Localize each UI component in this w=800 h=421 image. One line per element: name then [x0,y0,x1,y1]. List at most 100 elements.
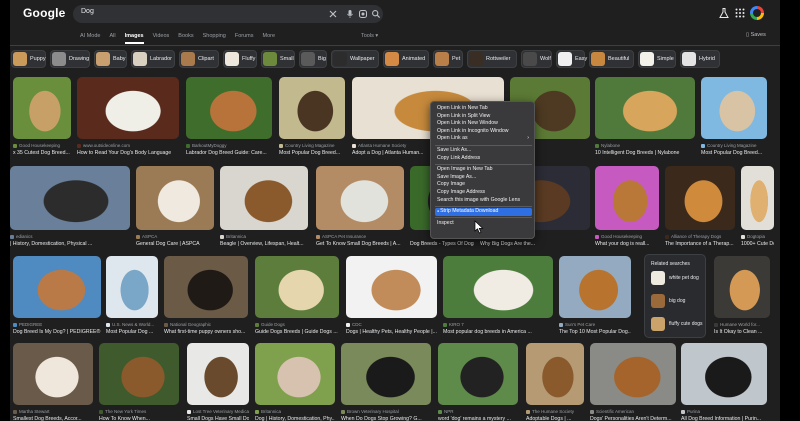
tools-button[interactable]: Tools ▾ [361,33,378,39]
result-title[interactable]: Adoptable Dogs | ... [526,416,584,421]
result-title[interactable]: Most Popular Dog Breed... [279,150,345,156]
menu-item-open-link-in-split-view[interactable]: Open Link in Split View [435,113,532,121]
dog-image-thumbnail[interactable] [526,343,584,405]
dog-image-thumbnail[interactable] [279,77,345,139]
dog-image-thumbnail[interactable] [255,343,335,405]
dog-image-thumbnail[interactable] [10,166,130,230]
image-result[interactable]: CDC Dogs | Healthy Pets, Healthy People |… [346,256,437,338]
dog-image-thumbnail[interactable] [701,77,767,139]
related-search-item[interactable]: fluffy cute dogs [651,317,703,331]
result-title[interactable]: The Top 10 Most Popular Dog... [559,329,631,335]
image-result[interactable]: www.outsideonline.com How to Read Your Do… [77,77,179,159]
image-result[interactable]: Martha Stewart Smallest Dog Breeds, Accor… [13,343,93,421]
result-title[interactable]: Is It Okay to Clean ... [714,329,770,335]
result-title[interactable]: Small Dogs Have Small Dog Nee... [187,416,249,421]
dog-image-thumbnail[interactable] [714,256,770,318]
image-result[interactable]: NPR word 'dog' remains a mystery ... [438,343,518,421]
dog-image-thumbnail[interactable] [316,166,404,230]
dog-image-thumbnail[interactable] [186,77,272,139]
chip-wallpaper[interactable]: Wallpaper [331,50,379,68]
dog-image-thumbnail[interactable] [346,256,437,318]
image-result[interactable]: National Geographic What first-time puppy… [164,256,248,338]
image-result[interactable]: U.S. News & World... Most Popular Dog ... [106,256,158,338]
menu-item-copy-image[interactable]: Copy Image [435,181,532,189]
result-title[interactable]: Dogs' Personalities Aren't Determ... [590,416,676,421]
tab-videos[interactable]: Videos [153,33,170,43]
dog-image-thumbnail[interactable] [13,343,93,405]
chip-beautiful[interactable]: Beautiful [589,50,634,68]
dog-image-thumbnail[interactable] [681,343,767,405]
dog-image-thumbnail[interactable] [443,256,553,318]
result-title[interactable]: The Importance of a Therap... [665,241,735,247]
result-title[interactable]: x 35 Cutest Dog Breed... [13,150,71,156]
chip-hybrid[interactable]: Hybrid [680,50,720,68]
image-result[interactable]: Alliance of Therapy Dogs The Importance o… [665,166,735,250]
result-title[interactable]: Dog Breeds - Types Of Dogs - Am... [410,241,474,247]
result-title[interactable]: How To Know When... [99,416,179,421]
dog-image-thumbnail[interactable] [255,256,339,318]
result-title[interactable]: 1000+ Cute Dogs ... [741,241,774,247]
dog-image-thumbnail[interactable] [438,343,518,405]
menu-item-save-link-as[interactable]: Save Link As... [435,147,532,155]
chip-simple[interactable]: Simple [638,50,676,68]
account-avatar[interactable] [750,6,764,20]
menu-item-open-link-in-incognito-window[interactable]: Open Link in Incognito Window [435,128,532,136]
result-title[interactable]: How to Read Your Dog's Body Language [77,150,179,156]
image-result[interactable]: KIRO 7 Most popular dog breeds in America… [443,256,553,338]
dog-image-thumbnail[interactable] [341,343,431,405]
menu-item-open-image-in-new-tab[interactable]: Open Image in New Tab [435,166,532,174]
tab-books[interactable]: Books [178,33,193,43]
image-result[interactable]: Good Housekeeping x 35 Cutest Dog Breed..… [13,77,71,159]
chip-baby[interactable]: Baby [94,50,127,68]
microphone-icon[interactable] [345,9,355,19]
image-result[interactable]: Good Housekeeping What your dog is reall.… [595,166,659,250]
menu-item-copy-image-address[interactable]: Copy Image Address [435,189,532,197]
apps-grid-icon[interactable] [734,7,746,19]
labs-flask-icon[interactable] [718,7,730,19]
image-result[interactable]: ASPCA General Dog Care | ASPCA [136,166,214,250]
dog-image-thumbnail[interactable] [559,256,631,318]
menu-item-open-link-in-new-tab[interactable]: Open Link in New Tab [435,105,532,113]
image-result[interactable]: Scientific American Dogs' Personalities A… [590,343,676,421]
result-title[interactable]: When Do Dogs Stop Growing? G... [341,416,431,421]
dog-image-thumbnail[interactable] [136,166,214,230]
tab-ai-mode[interactable]: AI Mode [80,33,100,43]
image-result[interactable]: Guide Dogs Guide Dogs Breeds | Guide Dogs… [255,256,339,338]
dog-image-thumbnail[interactable] [665,166,735,230]
result-title[interactable]: Dog | History, Domestication, Phy... [255,416,335,421]
image-result[interactable]: Brown Veterinary Hospital When Do Dogs St… [341,343,431,421]
chip-pet[interactable]: Pet [433,50,463,68]
chip-labrador[interactable]: Labrador [131,50,175,68]
image-result[interactable]: Sun's Pet Care The Top 10 Most Popular Do… [559,256,631,338]
tab-shopping[interactable]: Shopping [203,33,226,43]
tab-more[interactable]: More [262,33,275,43]
result-title[interactable]: Why Big Dogs Are the... [480,241,590,247]
result-title[interactable]: Labrador Dog Breed Guide: Care... [186,150,272,156]
dog-image-thumbnail[interactable] [106,256,158,318]
menu-item-open-link-as[interactable]: Open Link as › [435,135,532,143]
dog-image-thumbnail[interactable] [595,77,695,139]
image-result[interactable]: ASPCA Pet Insurance Get To Know Small Dog… [316,166,404,250]
image-result[interactable]: The New York Times How To Know When... [99,343,179,421]
result-title[interactable]: Get To Know Small Dog Breeds | A... [316,241,404,247]
image-result[interactable]: PEDIGREE Dog Breed Is My Dog? | PEDIGREE® [13,256,101,338]
chip-big[interactable]: Big [299,50,327,68]
dog-image-thumbnail[interactable] [220,166,308,230]
chip-clipart[interactable]: Clipart [179,50,219,68]
related-search-item[interactable]: big dog [651,294,703,308]
result-title[interactable]: Most Popular Dog Breed... [701,150,767,156]
dog-image-thumbnail[interactable] [590,343,676,405]
google-logo[interactable]: Google [23,6,66,20]
result-title[interactable]: Beagle | Overview, Lifespan, Healt... [220,241,308,247]
image-result[interactable]: Britannica Beagle | Overview, Lifespan, H… [220,166,308,250]
image-result[interactable]: Humane World for... Is It Okay to Clean .… [714,256,770,338]
image-result[interactable]: The Humane Society Adoptable Dogs | ... [526,343,584,421]
lens-icon[interactable] [358,9,368,19]
saves-button[interactable]: ▯ Saves [746,32,766,38]
chip-easy[interactable]: Easy [556,50,587,68]
dog-image-thumbnail[interactable] [187,343,249,405]
image-result[interactable]: BarkoutMyDoggy Labrador Dog Breed Guide: … [186,77,272,159]
image-result[interactable]: Dogtopia 1000+ Cute Dogs ... [741,166,774,250]
image-result[interactable]: Country Living Magazine Most Popular Dog … [279,77,345,159]
chip-fluffy[interactable]: Fluffy [223,50,257,68]
